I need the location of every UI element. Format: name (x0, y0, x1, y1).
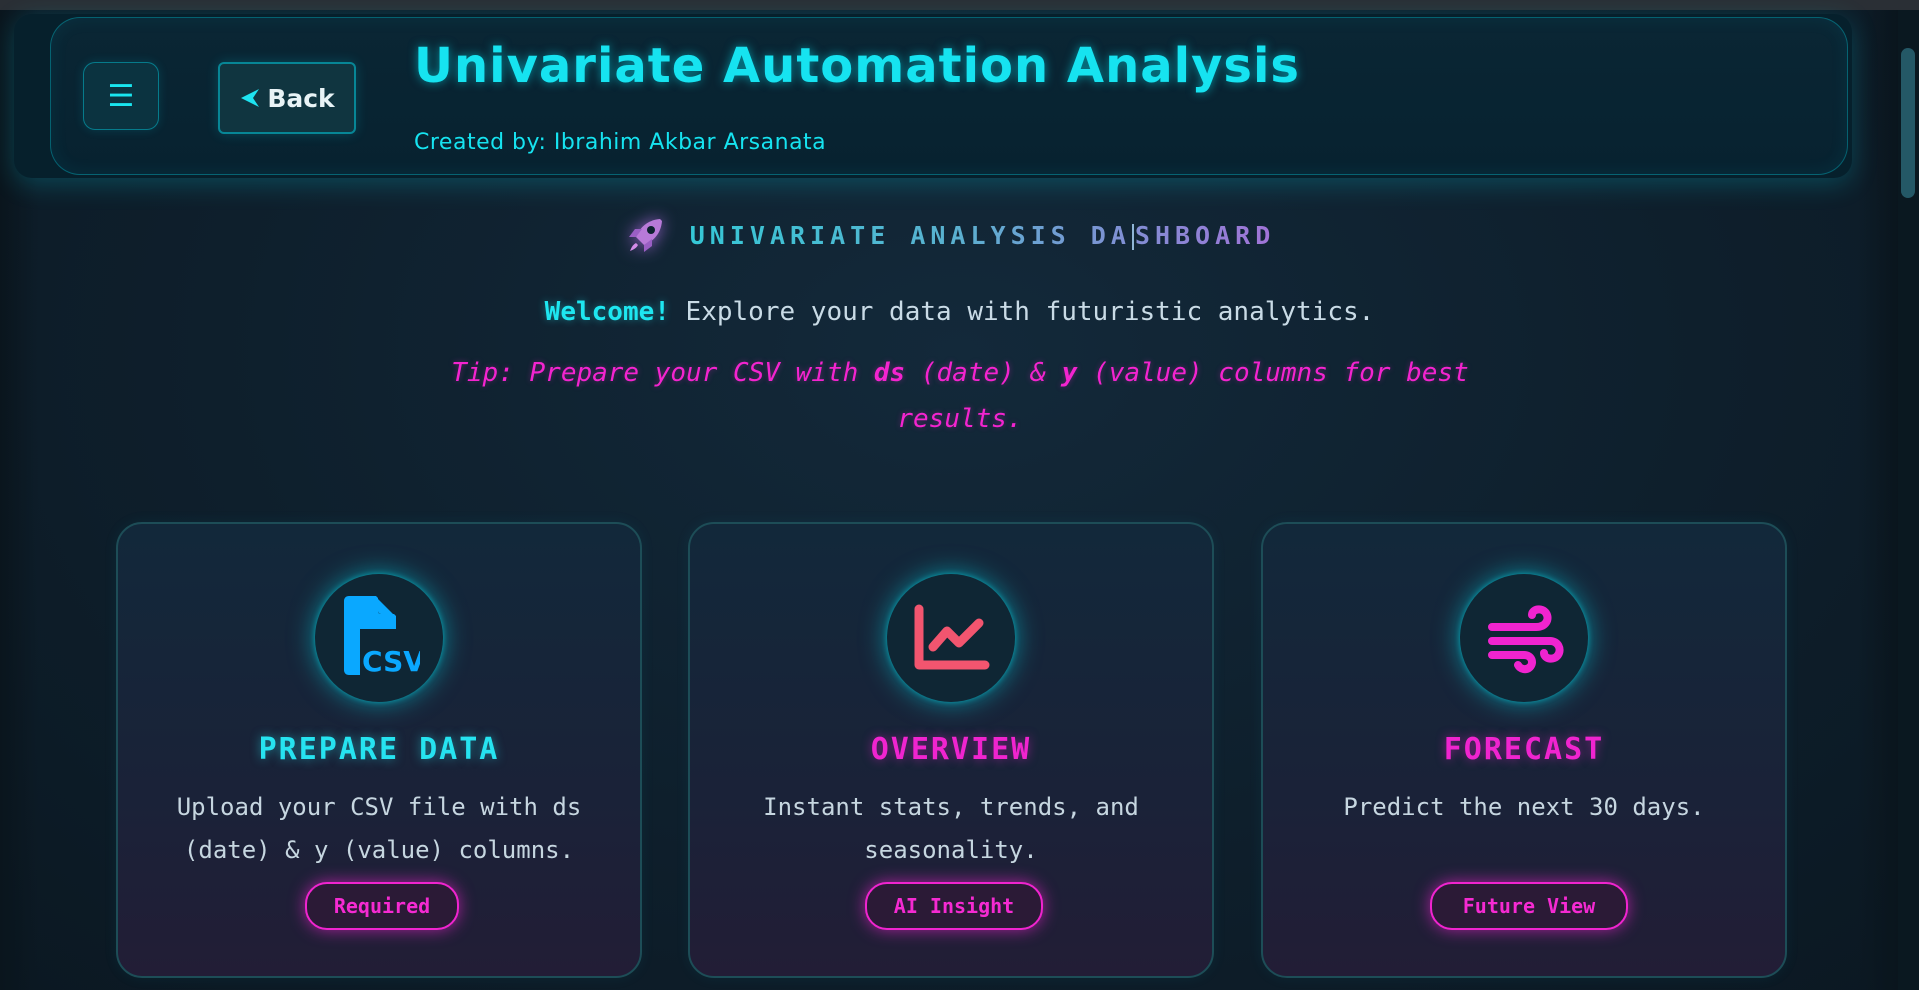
welcome-rest: Explore your data with futuristic analyt… (669, 297, 1375, 327)
chart-line-icon (914, 604, 990, 670)
right-shade (1858, 10, 1898, 990)
card-description: Instant stats, trends, and seasonality. (763, 793, 1139, 864)
text-caret (1131, 223, 1134, 250)
heading-part-2: SHBOARD (1134, 220, 1276, 250)
csv-icon-text: CSV (362, 645, 420, 678)
card-overview[interactable]: OVERVIEW Instant stats, trends, and seas… (688, 522, 1214, 978)
hamburger-icon: ☰ (107, 78, 135, 114)
page-subtitle: Created by: Ibrahim Akbar Arsanata (414, 130, 827, 155)
badge-future-view: Future View (1430, 882, 1628, 930)
dashboard-heading-text: UNIVARIATE ANALYSIS DA SHBOARD (690, 221, 1276, 250)
badge-ai-insight: AI Insight (865, 882, 1043, 930)
card-icon-circle (887, 574, 1015, 702)
back-label: Back (267, 83, 335, 113)
card-description: Predict the next 30 days. (1343, 793, 1705, 821)
heading-part-1: UNIVARIATE ANALYSIS DA (689, 220, 1131, 250)
back-button[interactable]: Back (218, 62, 356, 134)
card-prepare-data[interactable]: CSV PREPARE DATA Upload your CSV file wi… (116, 522, 642, 978)
tip-ds: ds (873, 358, 906, 388)
rocket-icon (628, 219, 662, 252)
badge-required: Required (305, 882, 459, 930)
tip-text-1: Tip: Prepare your CSV with (451, 358, 874, 388)
card-forecast[interactable]: FORECAST Predict the next 30 days. Futur… (1261, 522, 1787, 978)
card-title: FORECAST (1443, 732, 1605, 767)
csv-file-icon: CSV (344, 596, 420, 678)
wind-icon (1488, 605, 1564, 674)
welcome-message: Welcome! Explore your data with futurist… (0, 292, 1919, 332)
page-title: Univariate Automation Analysis (414, 38, 1300, 94)
arrow-left-icon (241, 89, 260, 107)
dashboard-heading: UNIVARIATE ANALYSIS DA SHBOARD (0, 213, 1919, 257)
card-title: PREPARE DATA (258, 732, 500, 767)
menu-button[interactable]: ☰ (83, 62, 159, 130)
card-description: Upload your CSV file with ds (date) & y … (176, 793, 582, 864)
tip-message: Tip: Prepare your CSV with ds (date) & y… (440, 350, 1480, 450)
browser-top-strip (0, 0, 1919, 10)
card-icon-circle: CSV (315, 574, 443, 702)
tip-y: y (1061, 358, 1078, 388)
scrollbar-thumb[interactable] (1901, 48, 1915, 198)
welcome-word: Welcome! (544, 297, 670, 327)
card-title: OVERVIEW (870, 732, 1032, 767)
tip-text-2: (date) & (905, 358, 1062, 388)
card-icon-circle (1460, 574, 1588, 702)
